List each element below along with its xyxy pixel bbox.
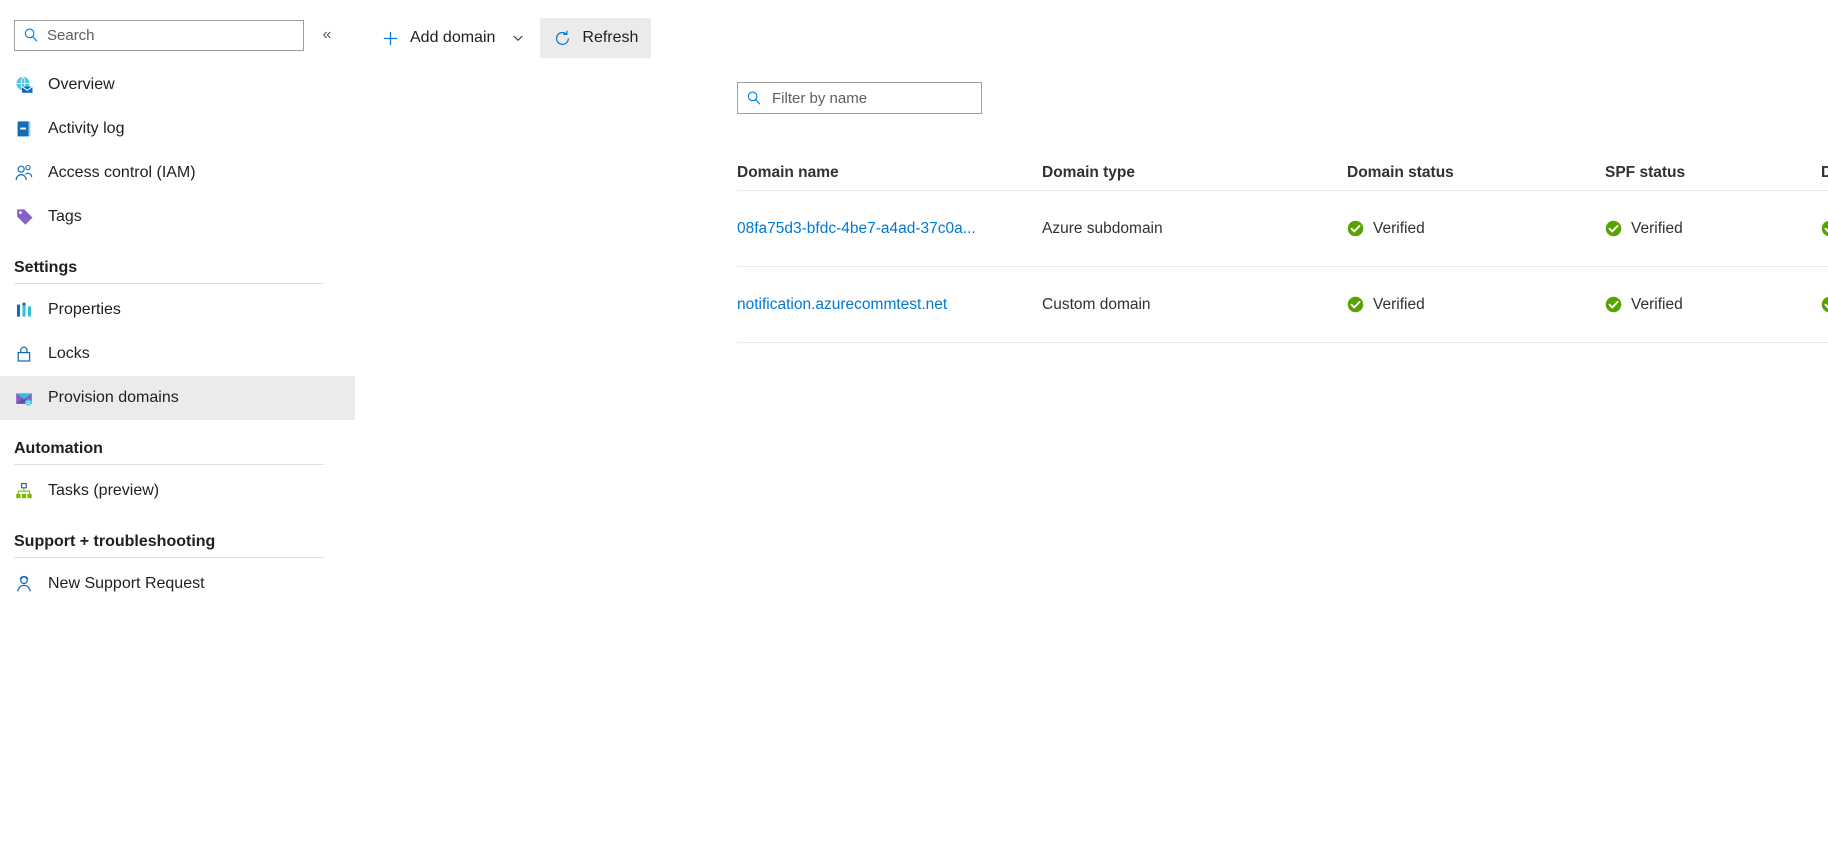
sidebar-item-locks[interactable]: Locks xyxy=(0,332,355,376)
provision-domains-icon xyxy=(16,393,32,406)
status-badge: Verified xyxy=(1605,296,1683,314)
sidebar-group-title: Settings xyxy=(14,259,78,276)
status-badge: Verified xyxy=(1347,220,1425,238)
cell-domain-status: Verified xyxy=(1347,220,1605,238)
search-box[interactable] xyxy=(14,19,304,51)
sidebar-item-properties[interactable]: Properties xyxy=(0,288,355,332)
sidebar-primary-nav: Overview Activity log Access control (IA… xyxy=(0,63,355,239)
tag-icon xyxy=(17,209,33,225)
activity-log-icon xyxy=(17,121,31,137)
domains-table: Domain name Domain type Domain status SP… xyxy=(737,157,1828,343)
verified-check-icon xyxy=(1347,296,1364,313)
status-badge: Verified xyxy=(1821,220,1828,238)
table-row[interactable]: notification.azurecommtest.net Custom do… xyxy=(737,267,1828,343)
collapse-sidebar-button[interactable]: « xyxy=(312,20,342,50)
plus-icon xyxy=(383,31,398,45)
lock-icon xyxy=(17,346,31,362)
cell-dkim-status: Verified xyxy=(1821,296,1828,314)
table-row[interactable]: 08fa75d3-bfdc-4be7-a4ad-37c0a... Azure s… xyxy=(737,191,1828,267)
sidebar-item-new-support-request[interactable]: New Support Request xyxy=(0,562,355,606)
sidebar: « Overview Activity log xyxy=(0,0,355,860)
sidebar-item-label: Overview xyxy=(48,76,115,93)
cell-spf-status: Verified xyxy=(1605,220,1821,238)
cell-domain-status: Verified xyxy=(1347,296,1605,314)
column-header-domain-name[interactable]: Domain name xyxy=(737,164,1042,182)
column-header-spf-status[interactable]: SPF status xyxy=(1605,164,1821,182)
sidebar-item-activity-log[interactable]: Activity log xyxy=(0,107,355,151)
status-label: Verified xyxy=(1373,219,1425,237)
search-icon xyxy=(747,91,761,105)
filter-row xyxy=(355,60,1828,114)
sidebar-item-label: Properties xyxy=(48,301,121,318)
sidebar-item-tasks-preview[interactable]: Tasks (preview) xyxy=(0,469,355,513)
status-badge: Verified xyxy=(1821,296,1828,314)
verified-check-icon xyxy=(1347,220,1364,237)
status-label: Verified xyxy=(1373,295,1425,313)
sidebar-item-provision-domains[interactable]: Provision domains xyxy=(0,376,355,420)
divider xyxy=(14,557,324,558)
divider xyxy=(14,464,324,465)
people-icon xyxy=(15,164,33,181)
sidebar-item-label: Tags xyxy=(48,208,82,225)
sidebar-group-automation: Automation xyxy=(0,434,355,465)
cell-domain-type: Azure subdomain xyxy=(1042,219,1163,237)
status-badge: Verified xyxy=(1347,296,1425,314)
sidebar-group-settings: Settings xyxy=(0,253,355,284)
chevron-double-left-icon: « xyxy=(322,26,332,43)
sidebar-item-label: New Support Request xyxy=(48,575,205,592)
search-icon xyxy=(24,28,38,42)
status-label: Verified xyxy=(1631,219,1683,237)
main-content: Add domain Refresh Filter by name Domain… xyxy=(355,0,1828,860)
refresh-icon xyxy=(556,30,570,45)
add-domain-button[interactable]: Add domain xyxy=(368,18,540,58)
cell-domain-name: 08fa75d3-bfdc-4be7-a4ad-37c0a... xyxy=(737,220,1042,238)
filter-by-name-box[interactable] xyxy=(737,82,982,114)
sidebar-item-tags[interactable]: Tags xyxy=(0,195,355,239)
email-globe-icon xyxy=(16,76,33,93)
verified-check-icon xyxy=(1821,220,1828,237)
sidebar-item-label: Access control (IAM) xyxy=(48,164,196,181)
divider xyxy=(14,283,324,284)
domain-name-link[interactable]: 08fa75d3-bfdc-4be7-a4ad-37c0a... xyxy=(737,220,976,238)
sidebar-search-row: « xyxy=(0,17,355,53)
sidebar-item-label: Locks xyxy=(48,345,90,362)
refresh-label: Refresh xyxy=(582,29,639,46)
properties-icon xyxy=(17,302,31,317)
status-label: Verified xyxy=(1631,295,1683,313)
sidebar-group-title: Support + troubleshooting xyxy=(14,533,216,550)
verified-check-icon xyxy=(1605,220,1622,237)
support-person-icon xyxy=(17,575,31,592)
cell-domain-type: Custom domain xyxy=(1042,295,1151,313)
sidebar-item-label: Provision domains xyxy=(48,389,179,406)
add-domain-label: Add domain xyxy=(410,29,496,46)
tasks-icon xyxy=(16,482,32,499)
table-header-row: Domain name Domain type Domain status SP… xyxy=(737,157,1828,191)
verified-check-icon xyxy=(1821,296,1828,313)
azure-portal-provision-domains-page: « Overview Activity log xyxy=(0,0,1828,860)
cell-spf-status: Verified xyxy=(1605,296,1821,314)
status-badge: Verified xyxy=(1605,220,1683,238)
cell-dkim-status: Verified xyxy=(1821,220,1828,238)
column-header-domain-status[interactable]: Domain status xyxy=(1347,164,1605,182)
cell-domain-name: notification.azurecommtest.net xyxy=(737,296,1042,314)
search-input[interactable] xyxy=(47,26,295,44)
column-header-domain-type[interactable]: Domain type xyxy=(1042,164,1347,182)
sidebar-item-access-control-iam[interactable]: Access control (IAM) xyxy=(0,151,355,195)
domain-name-link[interactable]: notification.azurecommtest.net xyxy=(737,296,947,314)
sidebar-item-label: Tasks (preview) xyxy=(48,482,160,499)
command-bar: Add domain Refresh xyxy=(355,16,1828,60)
refresh-button[interactable]: Refresh xyxy=(540,18,652,58)
filter-by-name-input[interactable] xyxy=(772,89,973,107)
sidebar-item-label: Activity log xyxy=(48,120,125,137)
chevron-down-icon[interactable] xyxy=(509,29,527,47)
verified-check-icon xyxy=(1605,296,1622,313)
sidebar-item-overview[interactable]: Overview xyxy=(0,63,355,107)
sidebar-group-title: Automation xyxy=(14,440,103,457)
sidebar-group-support: Support + troubleshooting xyxy=(0,527,355,558)
column-header-dkim-status[interactable]: DKIM status xyxy=(1821,164,1828,182)
